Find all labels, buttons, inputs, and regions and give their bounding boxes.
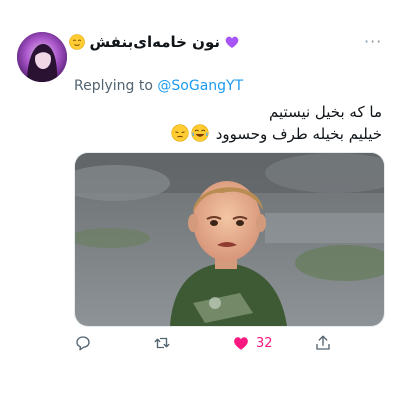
author-name[interactable]: نون خامه‌ای‌بنفش: [89, 33, 220, 51]
tweet-text-line-1: ما که بخیل نیستیم: [269, 103, 382, 121]
heart-icon: [234, 337, 248, 350]
tweet-emojis: [171, 124, 209, 142]
relieved-face-emoji-icon: [69, 34, 86, 50]
tweet-text: ما که بخیل نیستیم خیلیم بخیله طرف وحسوود: [82, 101, 382, 145]
replying-handle-link[interactable]: @SoGangYT: [157, 78, 243, 94]
replying-prefix: Replying to: [74, 78, 153, 94]
author-name-row[interactable]: نون خامه‌ای‌بنفش: [69, 31, 240, 53]
tears-of-joy-emoji-icon: [191, 124, 209, 142]
purple-heart-icon: [224, 34, 240, 50]
share-button[interactable]: [314, 334, 332, 352]
retweet-button[interactable]: [152, 334, 172, 352]
like-button[interactable]: 32: [232, 334, 273, 352]
reply-button[interactable]: [74, 334, 92, 352]
replying-to: Replying to @SoGangYT: [74, 78, 243, 94]
avatar[interactable]: [17, 32, 67, 82]
tweet-actions: 32: [74, 334, 334, 356]
more-icon[interactable]: ···: [364, 32, 382, 51]
tweet-text-line-2-row: خیلیم بخیله طرف وحسوود: [82, 123, 382, 145]
like-count: 32: [256, 335, 273, 351]
pensive-face-emoji-icon: [171, 124, 189, 142]
tweet-text-line-2: خیلیم بخیله طرف وحسوود: [215, 125, 382, 143]
retweet-icon: [154, 337, 170, 349]
tweet-image[interactable]: [74, 152, 385, 327]
reply-icon: [76, 336, 90, 351]
share-icon: [316, 335, 330, 350]
